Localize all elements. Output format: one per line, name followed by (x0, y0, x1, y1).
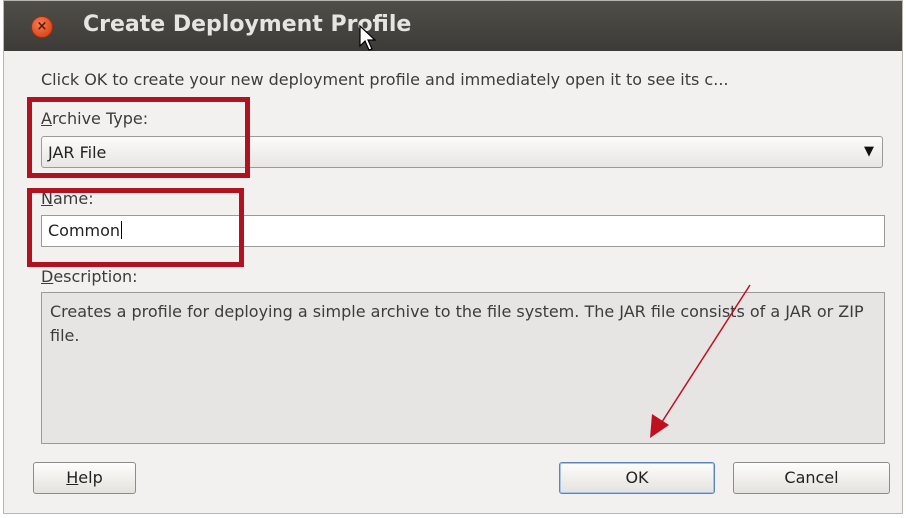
arrow-line (659, 284, 751, 426)
arrow-head-icon (650, 414, 669, 438)
annotation-arrow (650, 284, 751, 438)
mouse-pointer-icon (359, 24, 377, 51)
